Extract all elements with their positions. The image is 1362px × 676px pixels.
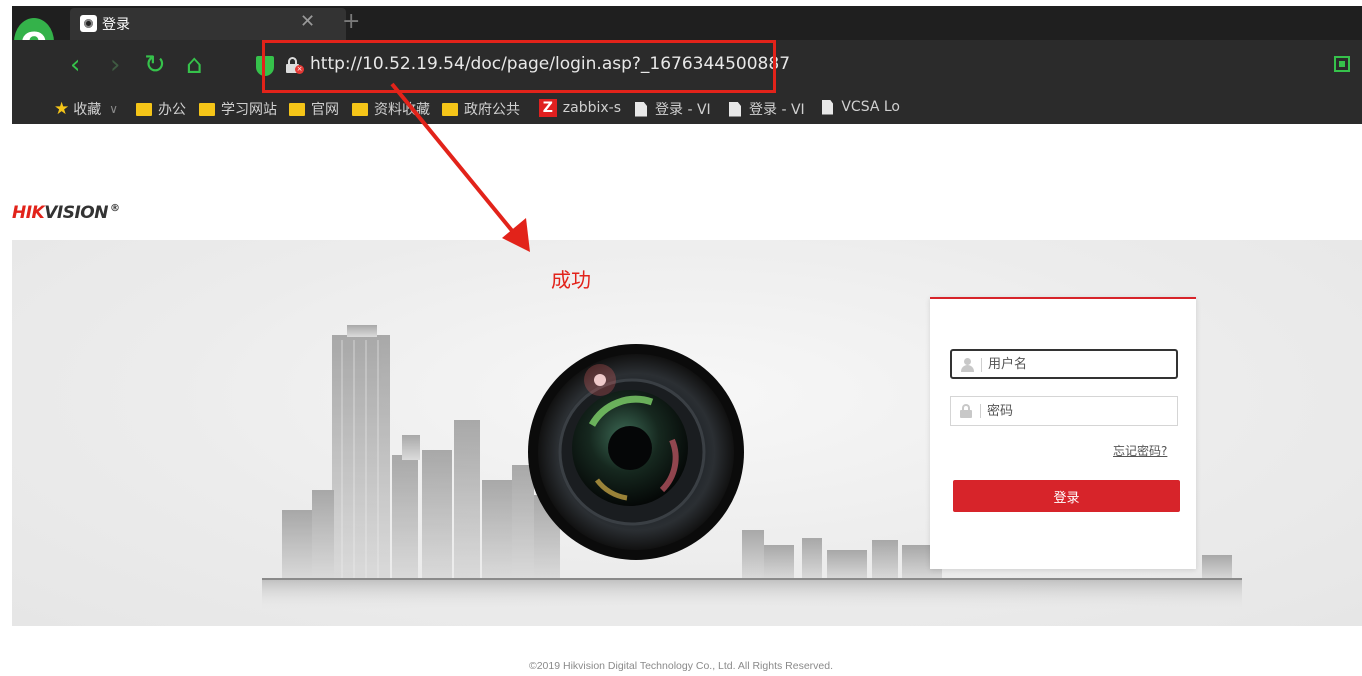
logo-vision: VISION	[44, 203, 108, 223]
username-input[interactable]	[988, 351, 1173, 377]
chevron-down-icon: ∨	[109, 102, 119, 116]
user-icon	[960, 358, 974, 372]
page-icon	[635, 101, 647, 117]
bookmark-folder[interactable]: 学习网站	[199, 99, 277, 119]
page-icon	[822, 99, 834, 115]
password-input[interactable]	[987, 397, 1172, 425]
qr-code-icon[interactable]	[1334, 56, 1350, 72]
logo-hik: HIK	[12, 203, 45, 223]
forward-button[interactable]: ›	[110, 48, 120, 82]
camera-favicon-icon	[80, 15, 97, 32]
new-tab-button[interactable]: +	[342, 9, 360, 34]
logo-registered-mark: ®	[109, 203, 120, 214]
tab-strip: 登录 ✕ +	[12, 6, 1362, 40]
folder-icon	[136, 102, 152, 116]
bookmark-label: 办公	[158, 102, 186, 118]
password-field[interactable]	[950, 396, 1178, 426]
bookmark-label: zabbix-s	[562, 100, 621, 116]
forgot-password-link[interactable]: 忘记密码?	[1113, 442, 1167, 459]
folder-icon	[289, 102, 305, 116]
bookmarks-bar: ★ 收藏 ∨ 办公 学习网站 官网 资料收藏 政府公共 Z zabbix-s 登…	[12, 90, 1362, 124]
star-icon: ★	[54, 99, 70, 119]
close-tab-icon[interactable]: ✕	[300, 11, 315, 32]
reload-button[interactable]: ↻	[144, 48, 166, 82]
bookmark-label: 登录 - VI	[655, 102, 711, 118]
field-separator	[981, 358, 982, 372]
bookmark-label: VCSA Lo	[841, 99, 900, 115]
tab-title: 登录	[102, 17, 130, 33]
bookmark-folder[interactable]: 官网	[289, 99, 339, 119]
lock-icon	[959, 404, 973, 418]
hikvision-logo: HIKVISION ®	[12, 203, 120, 223]
bookmark-page[interactable]: 登录 - VI	[729, 99, 809, 119]
tab-login[interactable]: 登录 ✕	[70, 8, 346, 40]
folder-icon	[199, 102, 215, 116]
bookmark-folder[interactable]: 办公	[136, 99, 186, 119]
bookmark-favorites[interactable]: ★ 收藏 ∨	[54, 99, 118, 119]
home-button[interactable]: ⌂	[186, 48, 203, 82]
copyright-text: ©2019 Hikvision Digital Technology Co., …	[528, 660, 834, 672]
back-button[interactable]: ‹	[70, 48, 80, 82]
bookmark-label: 登录 - VI	[749, 102, 805, 118]
bookmark-page[interactable]: VCSA Lo	[822, 99, 900, 115]
page-icon	[729, 101, 741, 117]
folder-icon	[352, 102, 368, 116]
login-button[interactable]: 登录	[953, 480, 1180, 512]
username-field[interactable]	[950, 349, 1178, 379]
bookmark-label: 收藏	[73, 102, 102, 118]
login-form: 忘记密码? 登录	[930, 297, 1196, 569]
bookmark-label: 官网	[311, 102, 339, 118]
bookmark-page[interactable]: 登录 - VI	[635, 99, 715, 119]
annotation-arrow-icon	[390, 82, 530, 252]
field-separator	[980, 404, 981, 418]
bookmark-label: 学习网站	[221, 102, 277, 118]
success-annotation: 成功	[551, 268, 591, 292]
